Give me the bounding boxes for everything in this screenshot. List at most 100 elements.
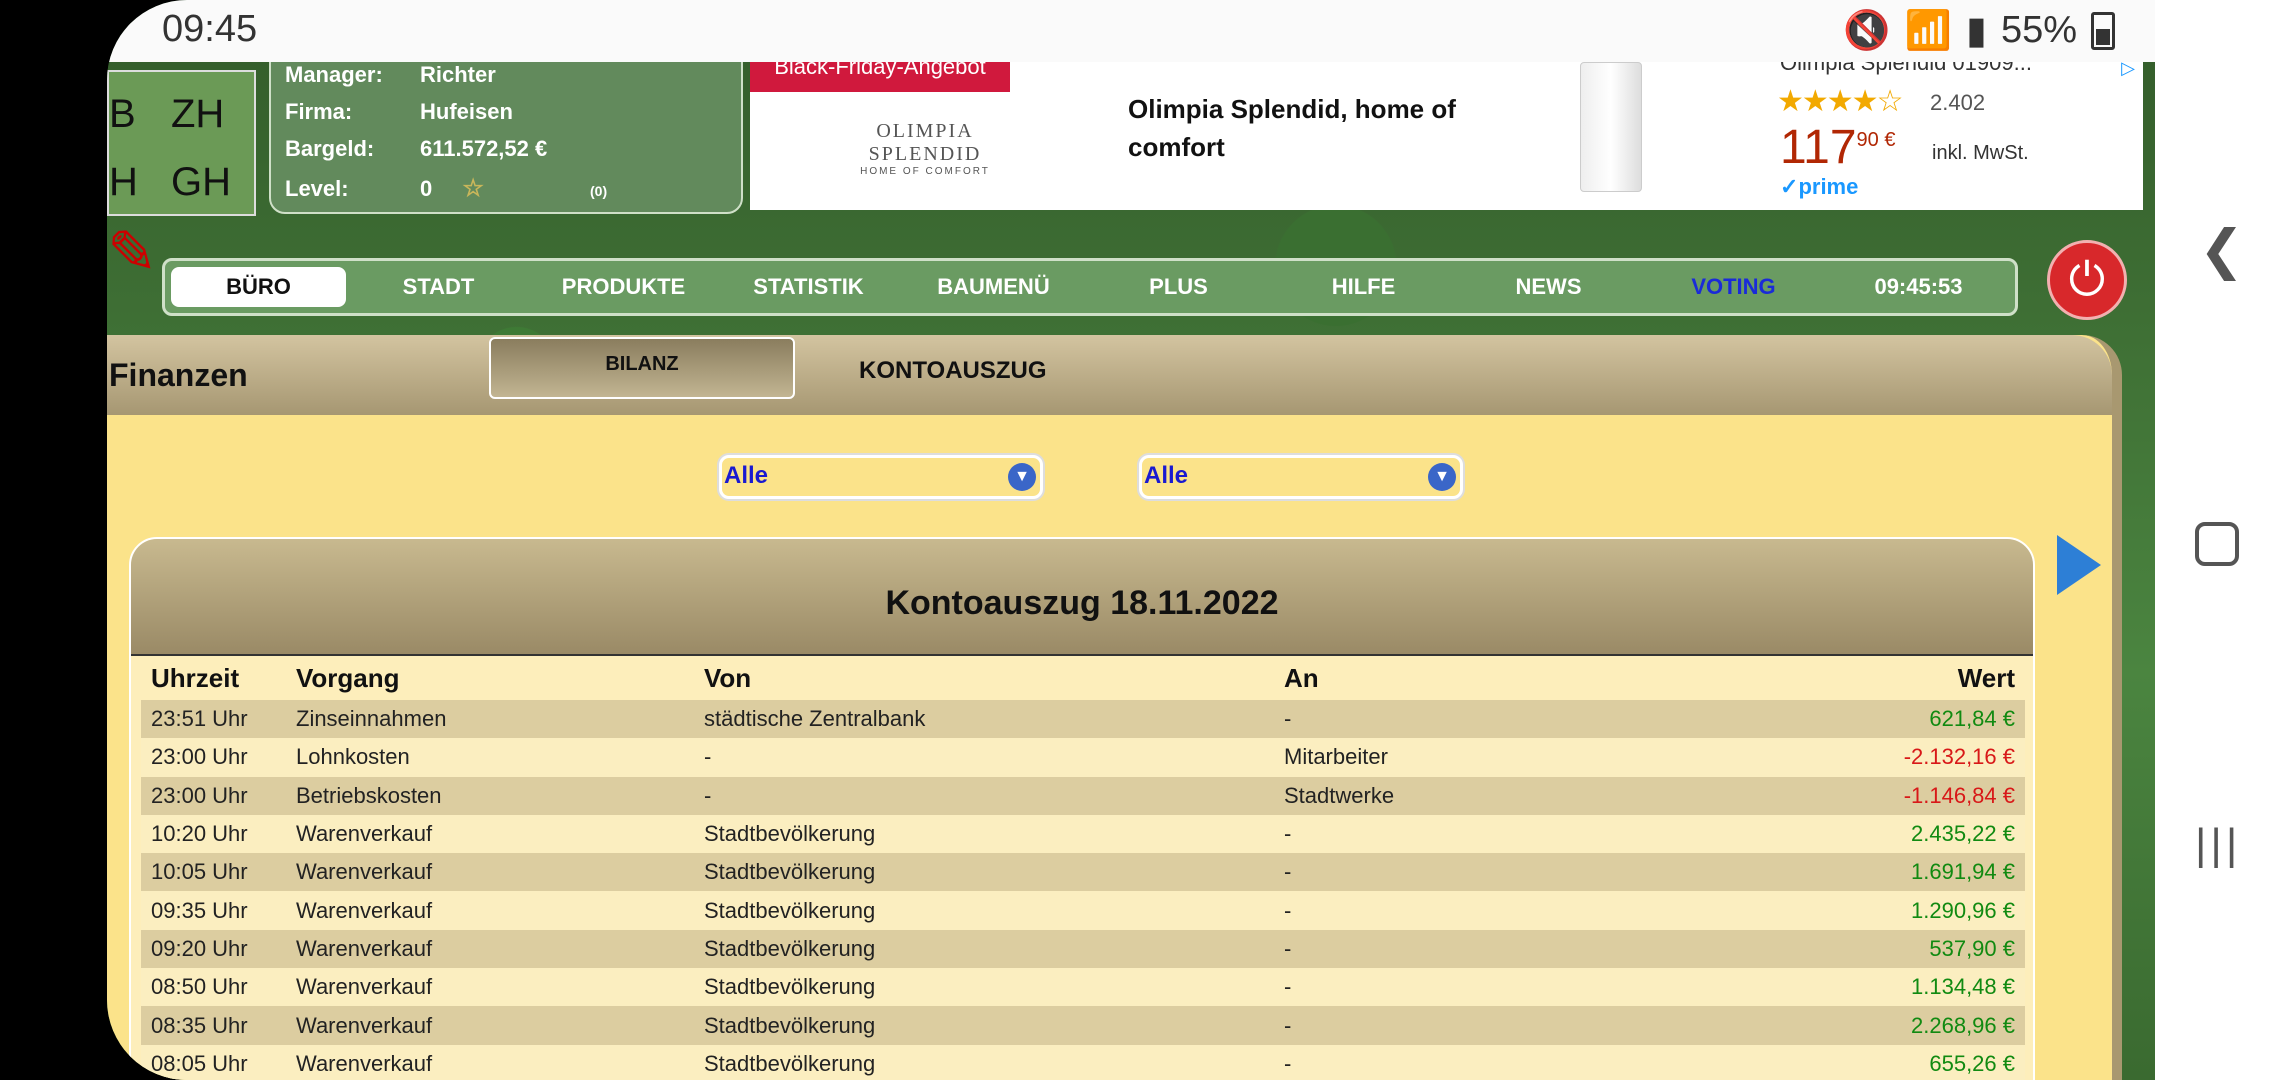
col-uhrzeit: Uhrzeit <box>151 662 240 693</box>
nav-baumenue[interactable]: BAUMENÜ <box>901 267 1086 307</box>
prime-badge: ✓prime <box>1780 174 1859 199</box>
cell-an: - <box>1274 891 1814 930</box>
map-label: B <box>109 92 136 136</box>
cell-wert: 1.134,48 € <box>1814 968 2025 1007</box>
cell-vorgang: Warenverkauf <box>286 853 694 892</box>
rating-stars: ★★★★☆ <box>1777 85 1903 118</box>
manager-panel: Manager: Richter Firma: Hufeisen Bargeld: 6… <box>269 40 743 214</box>
cell-vorgang: Warenverkauf <box>286 1044 694 1080</box>
ad-price: 11790 € <box>1780 121 1896 174</box>
nav-stadt[interactable]: STADT <box>346 267 531 307</box>
cell-von: Stadtbevölkerung <box>694 968 1274 1007</box>
cell-an: - <box>1274 1006 1814 1045</box>
city-minimap[interactable]: B ZH H GH <box>107 70 256 216</box>
table-row: 10:05 Uhr Warenverkauf Stadtbevölkerung -1.… <box>141 853 2025 892</box>
manager-row: Manager: Richter <box>285 62 496 87</box>
ad-product-image[interactable] <box>1580 62 1642 192</box>
cell-vorgang: Zinseinnahmen <box>286 700 694 739</box>
map-label: GH <box>171 160 231 204</box>
finance-header: Finanzen BILANZ KONTOAUSZUG <box>107 335 2112 415</box>
cell-von: Stadtbevölkerung <box>694 891 1274 930</box>
cell-wert: 2.435,22 € <box>1814 814 2025 854</box>
col-vorgang: Vorgang <box>296 662 400 693</box>
cell-an: Mitarbeiter <box>1274 738 1814 777</box>
advertisement[interactable]: Black-Friday-Angebot OLIMPIA SPLENDID HO… <box>750 50 2143 210</box>
ad-headline[interactable]: Olimpia Splendid, home of comfort <box>1128 90 1458 166</box>
cell-von: Stadtbevölkerung <box>694 1006 1274 1045</box>
map-label: ZH <box>171 92 225 136</box>
nav-buero[interactable]: BÜRO <box>171 267 346 307</box>
android-nav-bar: ❮ ||| <box>2155 0 2280 1080</box>
back-icon[interactable]: ❮ <box>2199 218 2244 281</box>
cell-wert: 1.691,94 € <box>1814 853 2025 892</box>
cell-wert: -2.132,16 € <box>1814 738 2025 777</box>
cell-vorgang: Warenverkauf <box>286 814 694 854</box>
cell-wert: -1.146,84 € <box>1814 776 2025 815</box>
table-row: 23:00 Uhr Lohnkosten - Mitarbeiter -2.132,16… <box>141 738 2025 777</box>
wifi-icon: 📶 <box>1904 9 1953 52</box>
cell-uhrzeit: 10:05 Uhr <box>141 853 286 892</box>
nav-statistik[interactable]: STATISTIK <box>716 267 901 307</box>
cash-row: Bargeld: 611.572,52 € <box>285 136 548 161</box>
cell-von: Stadtbevölkerung <box>694 1044 1274 1080</box>
tab-bilanz[interactable]: BILANZ <box>489 337 795 399</box>
statement-title: Kontoauszug 18.11.2022 <box>885 584 1279 622</box>
cell-an: Stadtwerke <box>1274 776 1814 815</box>
main-navigation: BÜRO STADT PRODUKTE STATISTIK BAUMENÜ PL… <box>162 258 2018 316</box>
cell-wert: 655,26 € <box>1814 1044 2025 1080</box>
table-row: 09:20 Uhr Warenverkauf Stadtbevölkerung -53… <box>141 929 2025 969</box>
col-wert: Wert <box>1957 662 2015 693</box>
cell-uhrzeit: 23:00 Uhr <box>141 776 286 815</box>
table-row: 23:51 Uhr Zinseinnahmen städtische Zentral… <box>141 700 2025 739</box>
nav-news[interactable]: NEWS <box>1456 267 1641 307</box>
col-an: An <box>1284 662 1319 693</box>
nav-produkte[interactable]: PRODUKTE <box>531 267 716 307</box>
home-icon[interactable] <box>2195 522 2239 566</box>
cell-vorgang: Betriebskosten <box>286 776 694 815</box>
cell-uhrzeit: 09:35 Uhr <box>141 891 286 930</box>
nav-plus[interactable]: PLUS <box>1086 267 1271 307</box>
next-arrow-icon[interactable] <box>2057 535 2101 595</box>
cell-uhrzeit: 08:50 Uhr <box>141 968 286 1007</box>
cell-vorgang: Warenverkauf <box>286 891 694 930</box>
cell-von: Stadtbevölkerung <box>694 929 1274 969</box>
cell-an: - <box>1274 814 1814 854</box>
filter-select-2[interactable]: Alle ▼ <box>1139 455 1463 499</box>
statement-body: 23:51 Uhr Zinseinnahmen städtische Zentral… <box>141 700 2025 1080</box>
table-row: 23:00 Uhr Betriebskosten - Stadtwerke -1.146… <box>141 776 2025 815</box>
battery-icon <box>2091 11 2115 50</box>
cell-von: Stadtbevölkerung <box>694 814 1274 854</box>
cell-von: - <box>694 776 1274 815</box>
table-row: 08:05 Uhr Warenverkauf Stadtbevölkerung -65… <box>141 1044 2025 1080</box>
screen: 09:45 🔇 📶 ▮ 55% B ZH H GH Manager: Richte… <box>107 0 2155 1080</box>
company-row: Firma: Hufeisen <box>285 99 513 124</box>
tab-kontoauszug[interactable]: KONTOAUSZUG <box>859 357 1047 385</box>
cell-an: - <box>1274 853 1814 892</box>
ad-logo[interactable]: OLIMPIA SPLENDID HOME OF COMFORT <box>850 120 1000 177</box>
recents-icon[interactable]: ||| <box>2195 820 2241 870</box>
cell-vorgang: Warenverkauf <box>286 1006 694 1045</box>
status-time: 09:45 <box>162 8 258 50</box>
statement-header: Kontoauszug 18.11.2022 <box>131 539 2033 656</box>
table-header-row: Uhrzeit Vorgang Von An Wert <box>141 656 2025 700</box>
filter-select-1[interactable]: Alle ▼ <box>719 455 1043 499</box>
col-von: Von <box>704 662 752 693</box>
mute-icon: 🔇 <box>1843 9 1891 52</box>
chevron-down-icon: ▼ <box>1428 463 1456 491</box>
nav-voting[interactable]: VOTING <box>1641 267 1826 307</box>
battery-percent: 55% <box>2000 9 2077 51</box>
statement-panel: Kontoauszug 18.11.2022 Uhrzeit Vorgang V… <box>129 537 2035 1080</box>
ad-vat: inkl. MwSt. <box>1932 142 2029 164</box>
status-bar: 09:45 🔇 📶 ▮ 55% <box>107 0 2155 62</box>
nav-hilfe[interactable]: HILFE <box>1271 267 1456 307</box>
cell-an: - <box>1274 1044 1814 1080</box>
cell-vorgang: Warenverkauf <box>286 968 694 1007</box>
cell-an: - <box>1274 929 1814 969</box>
cell-uhrzeit: 09:20 Uhr <box>141 929 286 969</box>
review-count: 2.402 <box>1930 90 1986 115</box>
phone-frame: 09:45 🔇 📶 ▮ 55% B ZH H GH Manager: Richte… <box>0 0 2155 1080</box>
table-row: 08:50 Uhr Warenverkauf Stadtbevölkerung -1.… <box>141 968 2025 1007</box>
notepad-icon[interactable]: ✎ <box>107 218 157 308</box>
statement-table: Uhrzeit Vorgang Von An Wert 23:51 Uhr Zin… <box>141 656 2025 1080</box>
power-button[interactable]: ⏻ <box>2047 240 2127 320</box>
